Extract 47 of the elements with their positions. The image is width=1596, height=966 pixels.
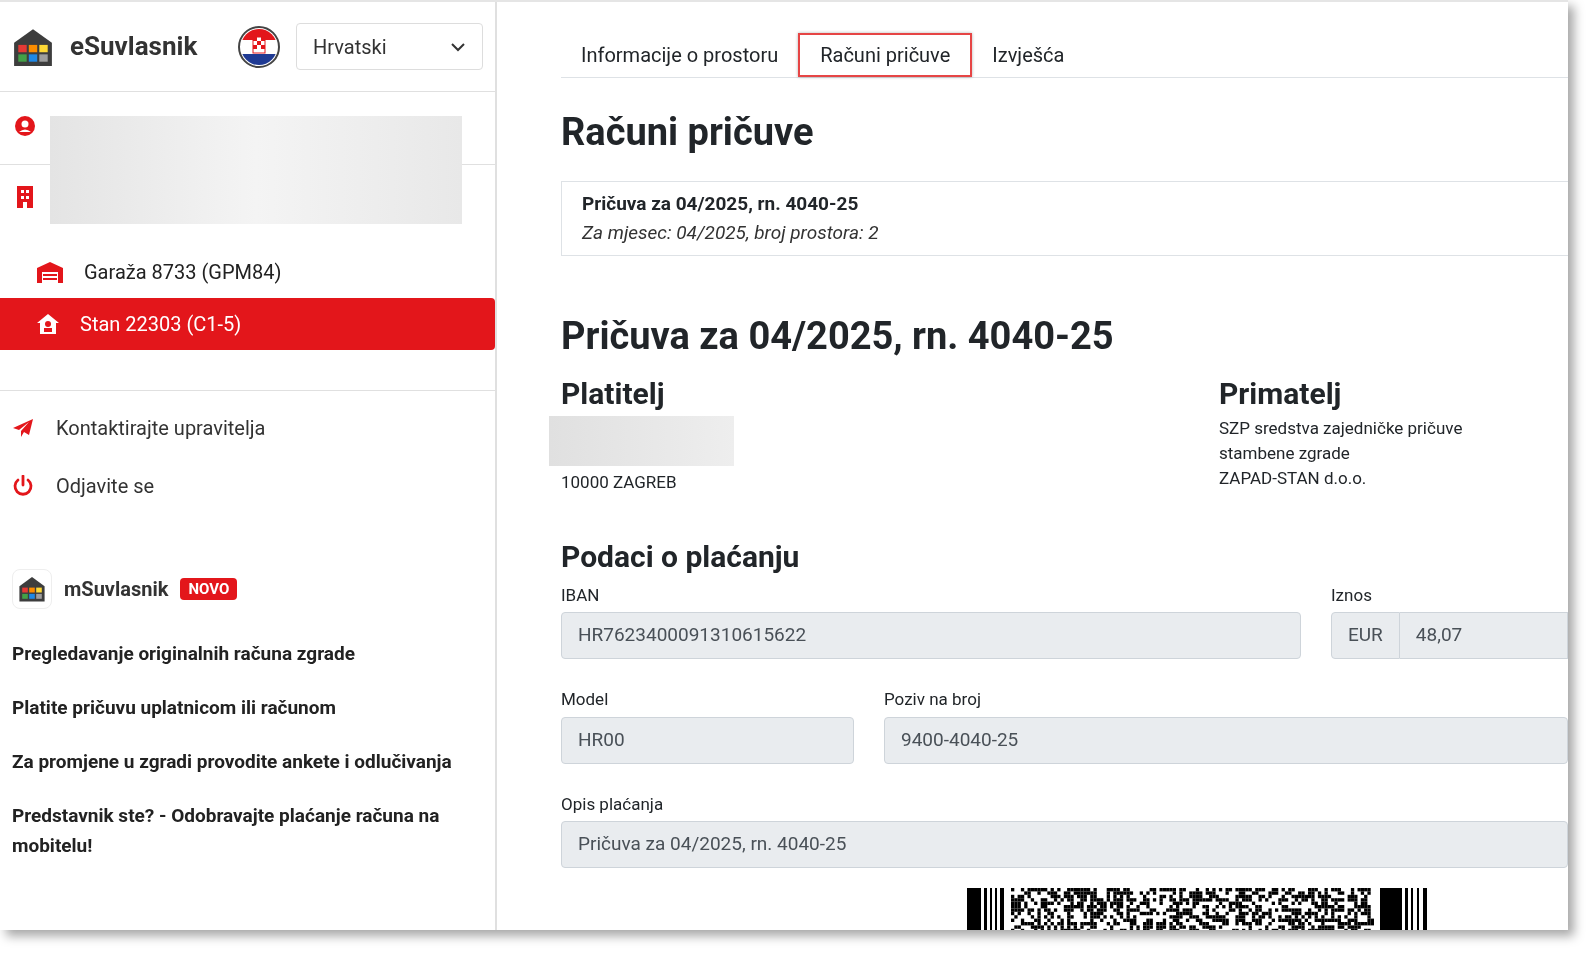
brand-name: eSuvlasnik [70,30,199,63]
unit-item[interactable]: Stan 22303 (C1-5) [0,298,495,350]
house-icon [36,313,60,335]
field-label: Opis plaćanja [561,792,665,816]
payee-label: Primatelj [1219,375,1343,413]
language-select[interactable]: Hrvatski [296,23,483,70]
amount-field[interactable]: 48,07 [1399,612,1568,659]
sidebar-link[interactable]: Kontaktirajte upravitelja [12,413,483,443]
bill-card-subtitle: Za mjesec: 04/2025, broj prostora: 2 [582,219,880,246]
page-title: Računi pričuve [561,109,815,156]
bill-heading: Pričuva za 04/2025, rn. 4040-25 [561,313,1115,360]
unit-item[interactable]: Garaža 8733 (GPM84) [0,246,495,298]
tab[interactable]: Informacije o prostoru [561,33,799,77]
currency-addon: EUR [1331,612,1400,659]
field-label: IBAN [561,583,601,607]
flag-icon [238,25,280,68]
tab[interactable]: Računi pričuve [798,33,973,77]
feature-link[interactable]: Predstavnik ste? - Odobravajte plaćanje računa na mobitelu! [12,801,483,861]
power-icon [12,475,34,497]
garage-icon [36,261,64,283]
app-name: mSuvlasnik [64,576,169,603]
feature-link[interactable]: Za promjene u zgradi provodite ankete i odlučivanja [12,747,483,777]
user-icon [15,116,35,136]
bill-card-title: Pričuva za 04/2025, rn. 4040-25 [582,191,860,217]
feature-link[interactable]: Pregledavanje originalnih računa zgrade [12,639,483,669]
house-logo-icon [18,575,46,603]
payee-line: SZP sredstva zajedničke pričuve [1219,417,1463,440]
field-label: Iznos [1331,583,1373,607]
payee-line: stambene zgrade [1219,442,1351,465]
payee-line: ZAPAD-STAN d.o.o. [1219,467,1368,490]
description-field[interactable]: Pričuva za 04/2025, rn. 4040-25 [561,821,1568,868]
payer-label: Platitelj [561,375,666,413]
field-label: Model [561,688,610,711]
building-icon [16,186,34,208]
feature-link[interactable]: Platite pričuvu uplatnicom ili računom [12,693,483,723]
iban-field[interactable]: HR7623400091310615622 [561,612,1301,659]
chevron-icon [450,41,466,52]
field-label: Poziv na broj [884,688,982,711]
payment-heading: Podaci o plaćanju [561,537,801,576]
send-icon [12,418,34,438]
tab[interactable]: Izvješća [972,33,1085,77]
payer-city: 10000 ZAGREB [561,471,678,494]
model-field[interactable]: HR00 [561,716,854,764]
sidebar-link[interactable]: Odjavite se [12,471,483,501]
bill-card[interactable]: Pričuva za 04/2025, rn. 4040-25 Za mjesec: 04/2025, broj prostora: 2 [561,181,1568,256]
new-badge: NOVO [180,577,238,601]
reference-field[interactable]: 9400-4040-25 [884,716,1568,764]
